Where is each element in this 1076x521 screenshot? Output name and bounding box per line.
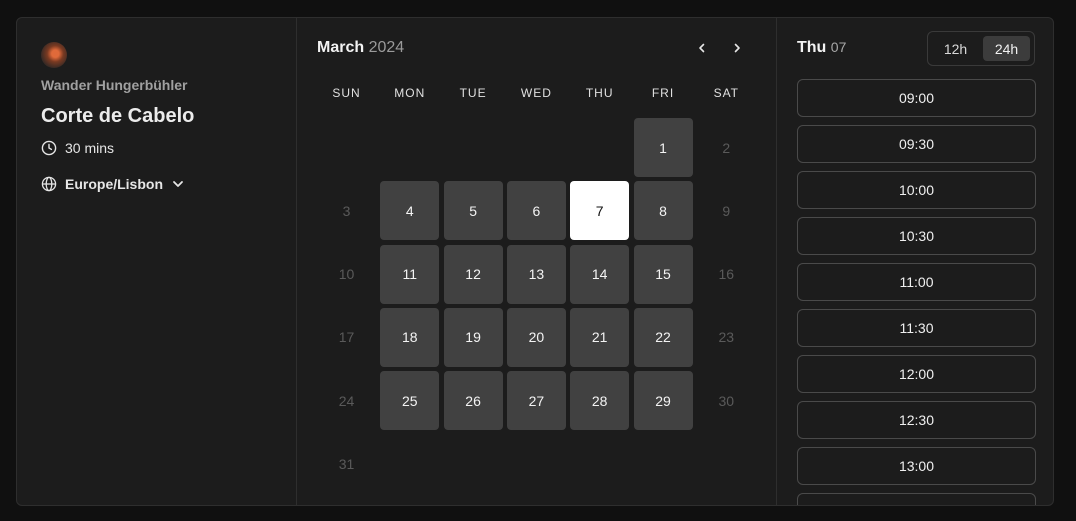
duration-label: 30 mins	[65, 140, 115, 156]
day-unavailable: 31	[338, 456, 355, 472]
format-12h-option[interactable]: 12h	[932, 36, 979, 61]
duration-row: 30 mins	[41, 140, 114, 156]
avatar	[41, 42, 67, 68]
day-selected[interactable]: 7	[570, 181, 630, 241]
timezone-selector[interactable]: Europe/Lisbon	[41, 176, 185, 192]
host-name: Wander Hungerbühler	[41, 77, 188, 93]
day-unavailable: 17	[338, 329, 355, 346]
next-month-button[interactable]	[725, 38, 749, 62]
month-year: 2024	[368, 39, 405, 56]
weekday-thu: THU	[585, 86, 614, 100]
day-available[interactable]: 1	[633, 118, 693, 177]
day-available[interactable]: 15	[633, 244, 693, 304]
chevron-right-icon	[731, 41, 743, 59]
event-info-panel: Wander Hungerbühler Corte de Cabelo 30 m…	[17, 18, 297, 505]
day-available[interactable]: 13	[506, 244, 566, 304]
day-available[interactable]: 19	[443, 307, 503, 367]
selected-date-heading: Thu 07	[797, 39, 846, 57]
day-available[interactable]: 20	[506, 307, 566, 367]
time-slot-button[interactable]: 09:30	[797, 125, 1036, 163]
time-slot-button[interactable]: 10:00	[797, 171, 1036, 209]
day-available[interactable]: 27	[506, 371, 566, 431]
day-available[interactable]: 18	[380, 307, 440, 367]
day-available[interactable]: 21	[570, 307, 630, 367]
weekday-header: SUN MON TUE WED THU FRI SAT	[317, 86, 772, 104]
weekday-sat: SAT	[713, 86, 740, 100]
day-available[interactable]: 5	[443, 181, 503, 241]
day-unavailable: 10	[338, 266, 355, 283]
month-title: March 2024	[317, 39, 404, 57]
day-available[interactable]: 29	[633, 371, 693, 431]
day-available[interactable]: 8	[633, 181, 693, 241]
time-slot-button[interactable]: 13:00	[797, 447, 1036, 485]
day-available[interactable]: 26	[443, 371, 503, 431]
time-slot-button[interactable]: 10:30	[797, 217, 1036, 255]
selected-day-name: Thu	[797, 39, 827, 56]
format-24h-option[interactable]: 24h	[983, 36, 1030, 61]
day-unavailable: 30	[718, 392, 735, 409]
weekday-tue: TUE	[459, 86, 487, 100]
chevron-left-icon	[696, 41, 708, 59]
globe-icon	[41, 176, 57, 192]
previous-month-button[interactable]	[690, 38, 714, 62]
weekday-mon: MON	[394, 86, 426, 100]
day-available[interactable]: 11	[380, 244, 440, 304]
day-available[interactable]: 12	[443, 244, 503, 304]
day-unavailable: 3	[342, 202, 351, 219]
day-unavailable: 23	[718, 329, 735, 346]
time-slot-button[interactable]: 12:30	[797, 401, 1036, 439]
day-grid: 1 2 3 4 5 6 7 8 9 10 11 12 13 14 15 16 17 18 19 20 21 22 23 24 2…	[317, 118, 772, 498]
day-available[interactable]: 6	[506, 181, 566, 241]
clock-icon	[41, 140, 57, 156]
weekday-wed: WED	[520, 86, 552, 100]
day-available[interactable]: 28	[570, 371, 630, 431]
day-unavailable: 2	[722, 139, 731, 156]
time-slot-button[interactable]: 11:30	[797, 309, 1036, 347]
day-unavailable: 16	[718, 266, 735, 283]
day-unavailable: 24	[338, 392, 355, 409]
chevron-down-icon	[171, 177, 185, 191]
time-slots-panel: Thu 07 12h 24h 09:00 09:30 10:00 10:30 11:00…	[777, 18, 1053, 505]
time-slot-button[interactable]: 13:30	[797, 493, 1036, 505]
weekday-fri: FRI	[651, 86, 675, 100]
calendar-panel: March 2024 SUN MON TUE WED THU FRI SAT 1234567…	[297, 18, 777, 505]
booking-card: Wander Hungerbühler Corte de Cabelo 30 m…	[16, 17, 1054, 506]
day-available[interactable]: 14	[570, 244, 630, 304]
time-slot-button[interactable]: 09:00	[797, 79, 1036, 117]
timezone-label: Europe/Lisbon	[65, 176, 163, 192]
time-format-toggle: 12h 24h	[927, 31, 1035, 66]
day-available[interactable]: 25	[380, 371, 440, 431]
month-name: March	[317, 39, 365, 56]
day-available[interactable]: 4	[380, 181, 440, 241]
time-slot-button[interactable]: 11:00	[797, 263, 1036, 301]
day-unavailable: 9	[722, 202, 731, 219]
selected-day-number: 07	[830, 39, 847, 55]
day-available[interactable]: 22	[633, 307, 693, 367]
event-title: Corte de Cabelo	[41, 105, 195, 127]
weekday-sun: SUN	[332, 86, 361, 100]
time-slot-button[interactable]: 12:00	[797, 355, 1036, 393]
